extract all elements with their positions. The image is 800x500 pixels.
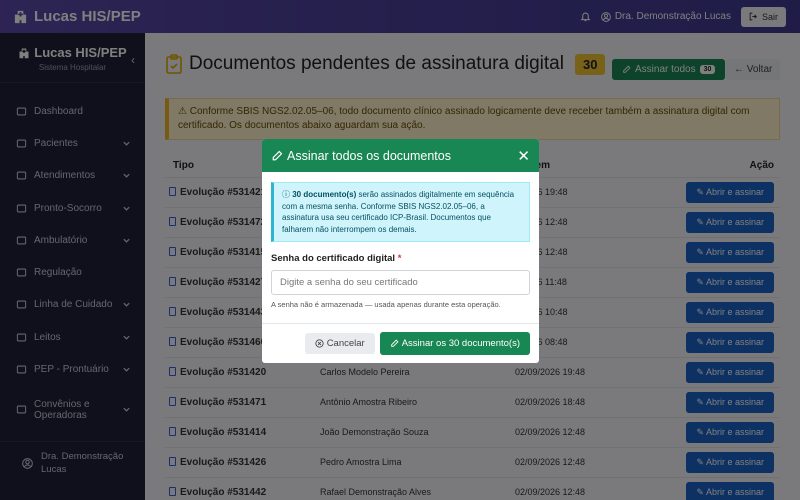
x-circle-icon xyxy=(315,339,324,348)
cancel-label: Cancelar xyxy=(326,338,365,349)
required-mark: * xyxy=(397,253,402,264)
password-label-text: Senha do certificado digital xyxy=(271,253,396,264)
modal-title: Assinar todos os documentos xyxy=(287,148,451,163)
confirm-sign-button[interactable]: Assinar os 30 documento(s) xyxy=(379,332,530,355)
confirm-label: Assinar os 30 documento(s) xyxy=(401,338,520,349)
pen-icon xyxy=(390,339,399,347)
certificate-password-input[interactable] xyxy=(271,270,530,295)
info-count: 30 documento(s) xyxy=(292,190,357,199)
sign-all-modal: Assinar todos os documentos ✕ ⓘ 30 docum… xyxy=(262,139,539,363)
close-icon[interactable]: ✕ xyxy=(517,147,530,165)
pen-icon xyxy=(272,150,283,160)
password-label: Senha do certificado digital * xyxy=(271,253,530,264)
info-icon: ⓘ xyxy=(282,190,290,199)
cancel-button[interactable]: Cancelar xyxy=(304,333,375,354)
modal-header: Assinar todos os documentos ✕ xyxy=(262,139,539,172)
password-hint: A senha não é armazenada — usada apenas … xyxy=(271,300,501,309)
info-box: ⓘ 30 documento(s) serão assinados digita… xyxy=(271,182,530,242)
modal-footer: Cancelar Assinar os 30 documento(s) xyxy=(262,323,539,363)
